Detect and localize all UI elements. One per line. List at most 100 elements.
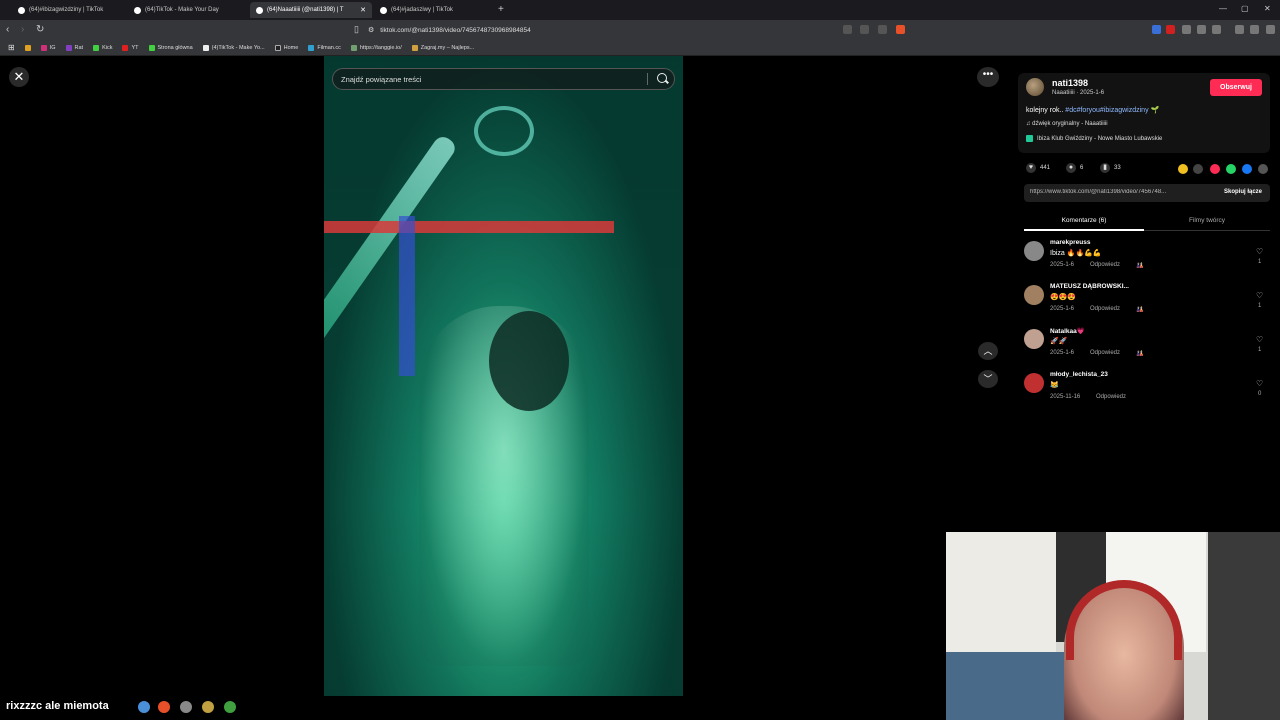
bookmark-icon[interactable]: ▯: [354, 24, 359, 35]
tab-ibizagwizdziny[interactable]: (64)#ibizagwizdziny | TikTok: [12, 2, 134, 18]
hashtags-link[interactable]: #dc#foryou#ibizagwizdziny: [1065, 107, 1148, 114]
related-search-input[interactable]: Znajdź powiązane treści: [332, 68, 675, 90]
bookmark-zagraj[interactable]: Zagraj.my – Najleps...: [411, 44, 474, 51]
mic-icon[interactable]: [224, 701, 236, 713]
extension-icon[interactable]: [860, 25, 869, 34]
creator-liked-icon: 🎎: [1136, 307, 1144, 313]
site-info-icon[interactable]: ⚙: [368, 26, 374, 34]
comment-avatar[interactable]: [1024, 285, 1044, 305]
tab-comments[interactable]: Komentarze (6): [1024, 211, 1144, 231]
facebook-icon[interactable]: [1242, 164, 1252, 174]
brave-shield-icon[interactable]: [896, 25, 905, 34]
media-icon[interactable]: [1235, 25, 1244, 34]
light-ring: [474, 106, 534, 156]
bookmark-gmail[interactable]: [24, 44, 31, 51]
url-bar[interactable]: ⚙ tiktok.com/@nati1398/video/74567487309…: [368, 23, 910, 37]
bookmark-tiktok[interactable]: (4)TikTok - Make Yo...: [202, 44, 265, 51]
reply-button[interactable]: Odpowiedz: [1096, 394, 1126, 400]
comment-username[interactable]: marekpreuss: [1050, 239, 1090, 246]
comment-avatar[interactable]: [1024, 241, 1044, 261]
comment-username[interactable]: Natalkaa💗: [1050, 327, 1085, 335]
reply-button[interactable]: Odpowiedz: [1090, 262, 1120, 268]
x-icon: [274, 44, 281, 51]
tab-title: (64)#jadasziwy | TikTok: [391, 7, 453, 13]
bookmark-filman[interactable]: Filman.cc: [308, 44, 341, 51]
author-avatar[interactable]: [1026, 78, 1044, 96]
comment-username[interactable]: młody_lechista_23: [1050, 371, 1108, 378]
sound-link[interactable]: ♫ dźwięk oryginalny - Naaatiiiii: [1026, 121, 1108, 127]
comment-avatar[interactable]: [1024, 373, 1044, 393]
comment-like-icon[interactable]: ♡: [1256, 291, 1263, 300]
tab-nati1398[interactable]: (64)Naaatiiiii (@nati1398) | T ✕: [250, 2, 372, 18]
plant-emoji: 🌱: [1150, 107, 1160, 114]
location-icon: [1026, 135, 1033, 142]
sidebar-icon[interactable]: [1212, 25, 1221, 34]
bookmark-label: IG: [49, 44, 56, 51]
url-text[interactable]: tiktok.com/@nati1398/video/7456748730968…: [380, 27, 530, 34]
location-link[interactable]: Ibiza Klub Gwiździny - Nowe Miasto Lubaw…: [1026, 135, 1162, 142]
more-options-button[interactable]: •••: [977, 67, 999, 87]
bookmark-x-home[interactable]: Home: [274, 44, 298, 51]
embed-icon[interactable]: [1193, 164, 1203, 174]
share-url[interactable]: https://www.tiktok.com/@nati1398/video/7…: [1030, 189, 1202, 195]
close-video-button[interactable]: ✕: [9, 67, 29, 87]
bookmark-ig[interactable]: IG: [40, 44, 56, 51]
like-button[interactable]: ♥ 441: [1026, 163, 1050, 173]
chrome-icon[interactable]: [138, 701, 150, 713]
minimize-button[interactable]: —: [1219, 4, 1227, 13]
comment-date: 2025-1-6: [1050, 350, 1075, 356]
emoji-share-icon[interactable]: [1178, 164, 1188, 174]
send-icon[interactable]: [1210, 164, 1220, 174]
extension-icon[interactable]: [1182, 25, 1191, 34]
menu-icon[interactable]: [1266, 25, 1275, 34]
close-tab-icon[interactable]: ✕: [360, 6, 366, 14]
bookmark-tanggie[interactable]: https://tanggie.io/: [350, 44, 402, 51]
copy-link-button[interactable]: Skopiuj łącze: [1224, 189, 1262, 195]
search-icon[interactable]: [657, 73, 667, 83]
forward-icon[interactable]: ›: [21, 24, 24, 35]
bookmark-kick[interactable]: Kick: [93, 44, 112, 51]
back-icon[interactable]: ‹: [6, 24, 9, 35]
extensions-puzzle-icon[interactable]: [1197, 25, 1206, 34]
save-button[interactable]: ▮ 33: [1100, 163, 1121, 173]
comment-button[interactable]: ● 6: [1066, 163, 1083, 173]
tab-creator-videos[interactable]: Filmy twórcy: [1144, 211, 1270, 231]
maximize-button[interactable]: ▢: [1241, 4, 1249, 13]
close-window-button[interactable]: ✕: [1264, 4, 1271, 13]
reply-button[interactable]: Odpowiedz: [1090, 350, 1120, 356]
tiktok-icon: [380, 6, 387, 14]
mic-icon[interactable]: [202, 701, 214, 713]
description-text: kolejny rok..: [1026, 107, 1066, 114]
tab-jadasziwy[interactable]: (64)#jadasziwy | TikTok: [374, 2, 496, 18]
comment-like-icon[interactable]: ♡: [1256, 379, 1263, 388]
comment-like-icon[interactable]: ♡: [1256, 247, 1263, 256]
reply-button[interactable]: Odpowiedz: [1090, 306, 1120, 312]
bookmark-rat[interactable]: Rat: [65, 44, 83, 51]
comment-like-icon[interactable]: ♡: [1256, 335, 1263, 344]
vpn-icon[interactable]: [1250, 25, 1259, 34]
comment-avatar[interactable]: [1024, 329, 1044, 349]
next-video-button[interactable]: ﹀: [978, 370, 998, 388]
tab-tiktok-home[interactable]: (64)TikTok - Make Your Day: [128, 2, 250, 18]
bookmark-home[interactable]: Strona główna: [148, 44, 193, 51]
extension-icon[interactable]: [1152, 25, 1161, 34]
video-player[interactable]: [324, 56, 683, 696]
previous-video-button[interactable]: ︿: [978, 342, 998, 360]
comment-date: 2025-11-16: [1050, 394, 1081, 400]
comment-username[interactable]: MATEUSZ DĄBROWSKI...: [1050, 283, 1129, 290]
extension-icon[interactable]: [843, 25, 852, 34]
share-arrow-icon[interactable]: [1258, 164, 1268, 174]
app-icon[interactable]: [180, 701, 192, 713]
brave-icon[interactable]: [158, 701, 170, 713]
author-username[interactable]: nati1398: [1052, 78, 1088, 88]
follow-button[interactable]: Obserwuj: [1210, 79, 1262, 96]
bookmark-yt[interactable]: YT: [122, 44, 139, 51]
extension-icon[interactable]: [1166, 25, 1175, 34]
new-tab-button[interactable]: +: [498, 4, 504, 15]
share-icon[interactable]: [878, 25, 887, 34]
game-icon: [411, 44, 418, 51]
apps-grid-icon[interactable]: ⊞: [8, 43, 15, 52]
tiktok-icon: [134, 6, 141, 14]
whatsapp-icon[interactable]: [1226, 164, 1236, 174]
reload-icon[interactable]: ↻: [36, 24, 44, 35]
